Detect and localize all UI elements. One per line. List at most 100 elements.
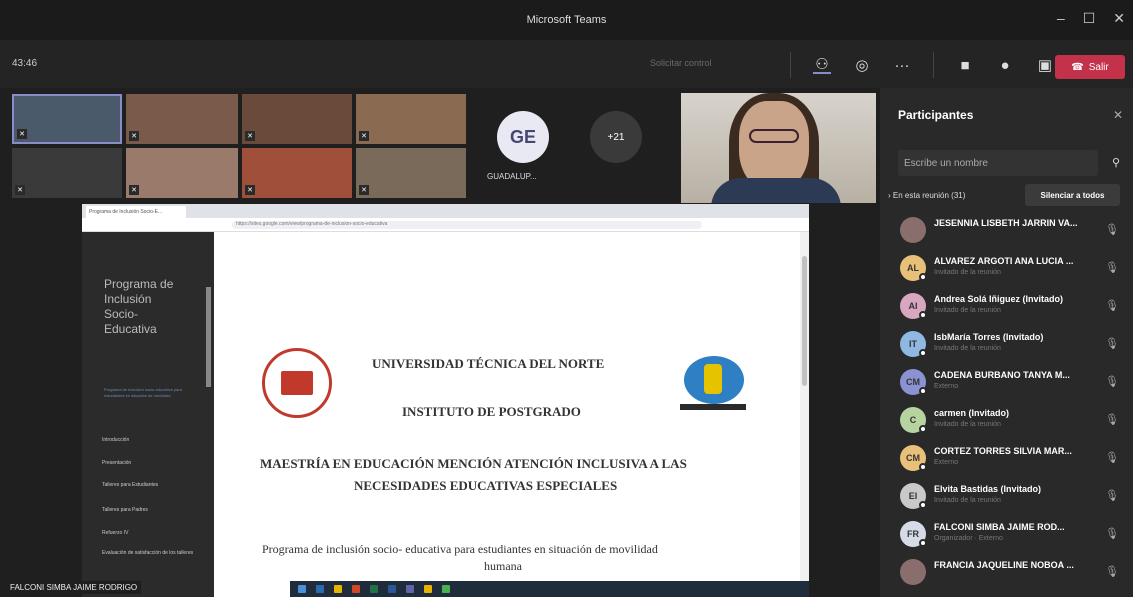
video-tile[interactable]: ✕ (126, 148, 238, 198)
video-tile[interactable]: ✕ (12, 94, 122, 144)
participant-role: Invitado de la reunión (934, 345, 1001, 352)
url-field[interactable]: https://sites.google.com/view/programa-d… (232, 221, 702, 229)
presenter-name-badge: FALCONI SIMBA JAIME RODRIGO (6, 581, 142, 594)
active-speaker-video[interactable] (681, 93, 876, 203)
avatar: AI (900, 293, 927, 319)
taskbar-app-icon[interactable] (424, 585, 432, 593)
more-participants-button[interactable]: +21 (590, 111, 642, 163)
video-tile[interactable]: ✕ (356, 148, 466, 198)
participant-name: ALVAREZ ARGOTI ANA LUCIA ... (934, 256, 1074, 266)
mic-muted-icon: ✕ (359, 131, 369, 141)
mic-icon: 🎙 (1105, 376, 1119, 388)
divider (790, 52, 791, 78)
participant-row[interactable]: CM CORTEZ TORRES SILVIA MAR... Externo 🎙 (894, 441, 1129, 477)
scroll-thumb[interactable] (802, 256, 807, 386)
avatar: EI (900, 483, 927, 509)
avatar: FR (900, 521, 927, 547)
nav-item[interactable]: Presentación (102, 460, 131, 466)
people-icon[interactable]: ⚇ (813, 56, 831, 74)
participant-search-input[interactable]: Escribe un nombre (898, 150, 1098, 176)
taskbar-app-icon[interactable] (406, 585, 414, 593)
participant-row[interactable]: CM CADENA BURBANO TANYA M... Externo 🎙 (894, 365, 1129, 401)
avatar: C (900, 407, 927, 433)
site-caption[interactable]: Programa de inclusión socio-educativa pa… (104, 387, 184, 399)
nav-item[interactable]: Introducción (102, 437, 129, 443)
nav-item[interactable]: Talleres para Padres (102, 507, 148, 513)
master-heading: MAESTRÍA EN EDUCACIÓN MENCIÓN ATENCIÓN I… (260, 456, 687, 471)
search-icon[interactable]: ⚲ (1112, 156, 1120, 169)
mic-muted-icon: ✕ (15, 185, 25, 195)
taskbar-app-icon[interactable] (370, 585, 378, 593)
participant-role: Externo (934, 383, 959, 390)
university-heading: UNIVERSIDAD TÉCNICA DEL NORTE (372, 356, 605, 371)
taskbar-app-icon[interactable] (442, 585, 450, 593)
nav-item[interactable]: Refuerzo IV (102, 530, 128, 536)
leave-button[interactable]: ☎ Salir (1055, 55, 1125, 79)
more-icon[interactable]: ··· (893, 56, 911, 74)
minimize-button[interactable]: – (1057, 10, 1065, 27)
toolbar-icons: ⚇ ◎ ··· ■ ● ▣ (790, 52, 1054, 78)
video-tile[interactable]: ✕ (126, 94, 238, 144)
taskbar-app-icon[interactable] (352, 585, 360, 593)
taskbar-app-icon[interactable] (334, 585, 342, 593)
participant-name: CORTEZ TORRES SILVIA MAR... (934, 446, 1072, 456)
avatar: CM (900, 445, 927, 471)
mic-muted-icon: ✕ (359, 185, 369, 195)
nav-item[interactable]: Talleres para Estudiantes (102, 482, 158, 488)
presence-dot (919, 311, 927, 319)
site-title-line: Programa de (104, 277, 174, 291)
video-tile[interactable]: ✕ (356, 94, 466, 144)
participant-name: IsbMaría Torres (Invitado) (934, 332, 1044, 342)
participant-avatar[interactable]: GE (497, 111, 549, 163)
nav-item[interactable]: Evaluación de satisfacción de los taller… (102, 550, 197, 556)
sidebar-scrollbar[interactable] (206, 287, 211, 387)
share-icon[interactable]: ▣ (1036, 56, 1054, 74)
avatar: AL (900, 255, 927, 281)
participant-row[interactable]: EI Elvita Bastidas (Invitado) Invitado de … (894, 479, 1129, 515)
participant-row[interactable]: FRANCIA JAQUELINE NOBOA ... 🎙 (894, 555, 1129, 591)
taskbar-app-icon[interactable] (316, 585, 324, 593)
participant-row[interactable]: AL ALVAREZ ARGOTI ANA LUCIA ... Invitado d… (894, 251, 1129, 287)
browser-tab[interactable]: Programa de Inclusión Socio-E... (86, 206, 186, 218)
participant-row[interactable]: Ccarmen (Invitado) Invitado de la reunión… (894, 403, 1129, 439)
participant-name: FALCONI SIMBA JAIME ROD... (934, 522, 1065, 532)
site-title-line: Educativa (104, 322, 157, 336)
presence-dot (919, 425, 927, 433)
program-text: Programa de inclusión socio- educativa p… (262, 542, 658, 556)
title-bar: Microsoft Teams – ☐ ✕ (0, 0, 1133, 40)
participant-name: Andrea Solá Iñiguez (Invitado) (934, 294, 1064, 304)
in-meeting-header[interactable]: › En esta reunión (31) (888, 191, 965, 200)
participant-row[interactable]: IT IsbMaría Torres (Invitado) Invitado de … (894, 327, 1129, 363)
site-title-line: Inclusión (104, 292, 152, 306)
start-icon[interactable] (298, 585, 306, 593)
request-control-button[interactable]: Solicitar control (650, 58, 712, 68)
participant-row[interactable]: AI Andrea Solá Iñiguez (Invitado) Invitado… (894, 289, 1129, 325)
meeting-toolbar: 43:46 Solicitar control ⚇ ◎ ··· ■ ● ▣ ☎ … (0, 40, 1133, 88)
site-sidebar: Programa de Inclusión Socio- Educativa P… (82, 232, 214, 597)
page-scrollbar[interactable] (800, 232, 809, 597)
mic-muted-icon: ✕ (129, 131, 139, 141)
program-text-2: humana (484, 559, 522, 573)
close-icon[interactable]: ✕ (1113, 108, 1123, 122)
mic-icon[interactable]: ● (996, 56, 1014, 74)
avatar (900, 559, 926, 585)
presence-dot (919, 539, 927, 547)
video-tile[interactable]: ✕ (12, 148, 122, 198)
video-tile[interactable]: ✕ (242, 94, 352, 144)
chat-icon[interactable]: ◎ (853, 56, 871, 74)
mic-icon: 🎙 (1105, 262, 1119, 274)
mute-all-button[interactable]: Silenciar a todos (1025, 184, 1120, 206)
participant-row[interactable]: FR FALCONI SIMBA JAIME ROD... Organizador … (894, 517, 1129, 553)
camera-icon[interactable]: ■ (956, 56, 974, 74)
participant-name: JESENNIA LISBETH JARRIN VA... (934, 218, 1078, 228)
participant-row[interactable]: JESENNIA LISBETH JARRIN VA... 🎙 (894, 213, 1129, 249)
video-tile[interactable]: ✕ (242, 148, 352, 198)
meeting-timer: 43:46 (12, 58, 38, 69)
master-heading-2: NECESIDADES EDUCATIVAS ESPECIALES (354, 478, 618, 493)
participant-role: Invitado de la reunión (934, 421, 1001, 428)
participant-name: CADENA BURBANO TANYA M... (934, 370, 1070, 380)
taskbar-app-icon[interactable] (388, 585, 396, 593)
maximize-button[interactable]: ☐ (1083, 10, 1096, 27)
avatar (900, 217, 926, 243)
close-button[interactable]: ✕ (1113, 10, 1125, 27)
